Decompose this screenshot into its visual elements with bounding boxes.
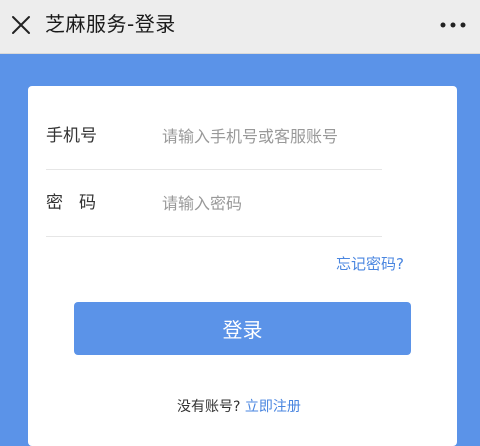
phone-label: 手机号 (46, 126, 97, 146)
password-row: 密码 (46, 170, 382, 237)
more-icon[interactable] (439, 13, 467, 37)
register-link[interactable]: 立即注册 (245, 399, 301, 415)
title-bar: 芝麻服务-登录 (0, 0, 480, 54)
login-button[interactable]: 登录 (74, 302, 411, 355)
password-input[interactable] (162, 189, 382, 217)
phone-input[interactable] (162, 122, 382, 150)
no-account-text: 没有账号? (177, 399, 241, 415)
forgot-password-link[interactable]: 忘记密码? (336, 253, 404, 275)
register-prompt: 没有账号? 立即注册 (177, 397, 301, 417)
password-label: 密码 (46, 193, 112, 213)
close-icon[interactable] (9, 13, 33, 37)
page-title: 芝麻服务-登录 (45, 12, 176, 36)
phone-row: 手机号 (46, 103, 382, 170)
